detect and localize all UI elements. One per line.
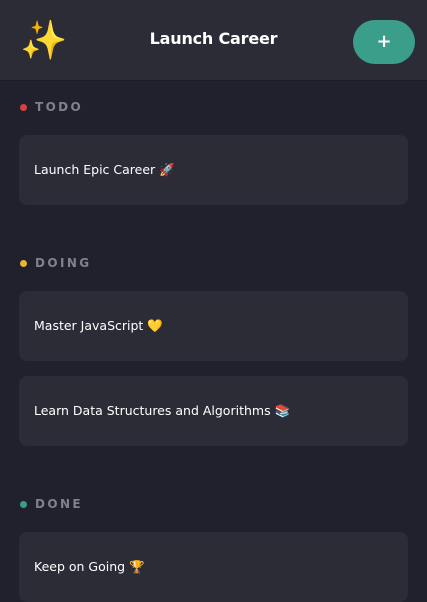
todo-status-dot xyxy=(20,103,27,111)
task-card-title: Learn Data Structures and Algorithms 📚 xyxy=(34,403,291,418)
task-card-title: Launch Epic Career 🚀 xyxy=(34,162,175,177)
add-task-button[interactable]: + xyxy=(353,20,415,64)
done-status-dot xyxy=(20,500,27,508)
column-header-todo: TODO xyxy=(20,99,83,115)
app-header: ✨ Launch Career + xyxy=(0,0,427,81)
task-card-title: Master JavaScript 💛 xyxy=(34,318,163,333)
task-card[interactable]: Learn Data Structures and Algorithms 📚 xyxy=(19,376,408,446)
column-title-done: DONE xyxy=(35,497,84,511)
doing-status-dot xyxy=(20,259,27,267)
task-card[interactable]: Keep on Going 🏆 xyxy=(19,532,408,602)
task-card[interactable]: Launch Epic Career 🚀 xyxy=(19,135,408,205)
task-card[interactable]: Master JavaScript 💛 xyxy=(19,291,408,361)
column-header-done: DONE xyxy=(20,496,83,512)
column-title-todo: TODO xyxy=(35,100,84,114)
column-title-doing: DOING xyxy=(35,256,92,270)
task-card-title: Keep on Going 🏆 xyxy=(34,559,145,574)
column-header-doing: DOING xyxy=(20,255,92,271)
